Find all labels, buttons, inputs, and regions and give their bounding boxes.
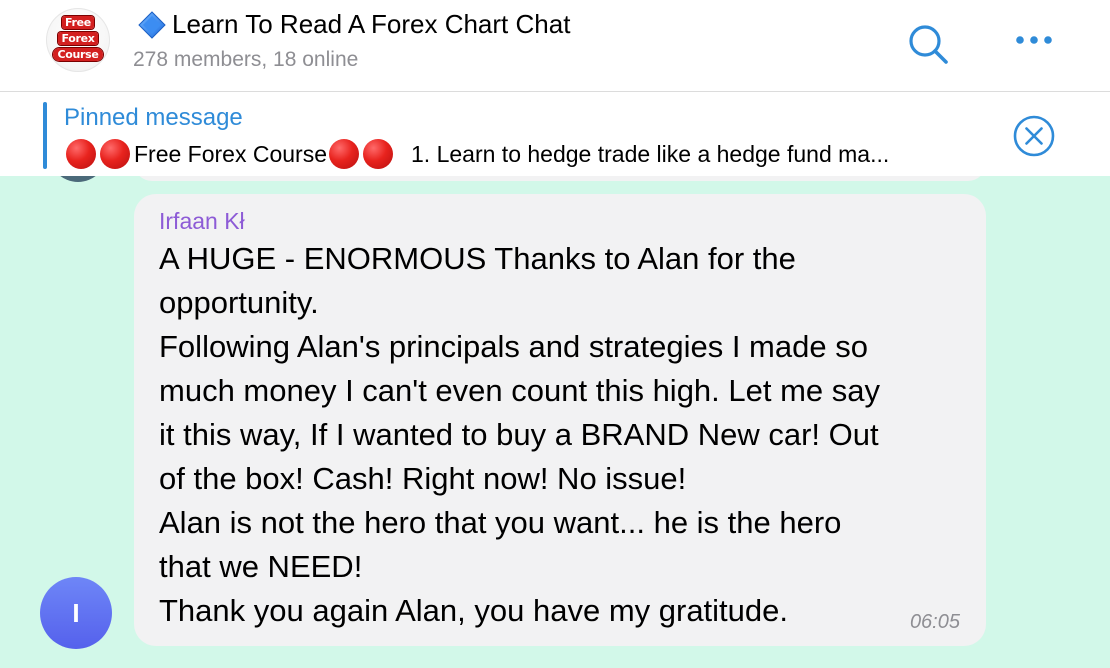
- red-circle-icon: [100, 139, 130, 169]
- message-bubble[interactable]: Irfaan Kł A HUGE - ENORMOUS Thanks to Al…: [134, 194, 986, 646]
- logo-word-1: Free: [46, 16, 110, 29]
- logo-text-2: Forex: [58, 32, 98, 45]
- logo-text-1: Free: [62, 16, 94, 29]
- logo-text-3: Course: [53, 48, 103, 61]
- pinned-text-part2: 1. Learn to hedge trade like a hedge fun…: [411, 141, 890, 167]
- pinned-text-part1: Free Forex Course: [134, 141, 328, 167]
- ellipsis-icon[interactable]: [1010, 26, 1058, 54]
- close-circle-icon[interactable]: [1012, 114, 1056, 158]
- member-count: 278 members, 18 online: [133, 48, 359, 71]
- message-text: A HUGE - ENORMOUS Thanks to Alan for the…: [159, 241, 881, 628]
- logo-word-2: Forex: [46, 32, 110, 45]
- group-avatar-logo[interactable]: Free Forex Course: [46, 8, 110, 72]
- sender-avatar[interactable]: I: [40, 577, 112, 649]
- pinned-message-bar[interactable]: Pinned message Free Forex Course 1. Lear…: [0, 92, 1110, 176]
- blue-diamond-icon: [138, 11, 166, 39]
- sender-name[interactable]: Irfaan Kł: [159, 208, 245, 235]
- red-circle-icon: [329, 139, 360, 169]
- logo-word-3: Course: [46, 48, 110, 61]
- pinned-preview: Free Forex Course 1. Learn to hedge trad…: [66, 139, 1010, 169]
- red-circle-icon: [66, 139, 96, 169]
- search-icon[interactable]: [906, 22, 950, 66]
- red-circle-icon: [363, 139, 394, 169]
- message-time: 06:05: [909, 611, 960, 633]
- chat-header: Free Forex Course Learn To Read A Forex …: [0, 0, 1110, 92]
- pinned-accent-bar: [43, 102, 47, 169]
- chat-title[interactable]: Learn To Read A Forex Chart Chat: [172, 9, 570, 40]
- pinned-label: Pinned message: [64, 104, 243, 131]
